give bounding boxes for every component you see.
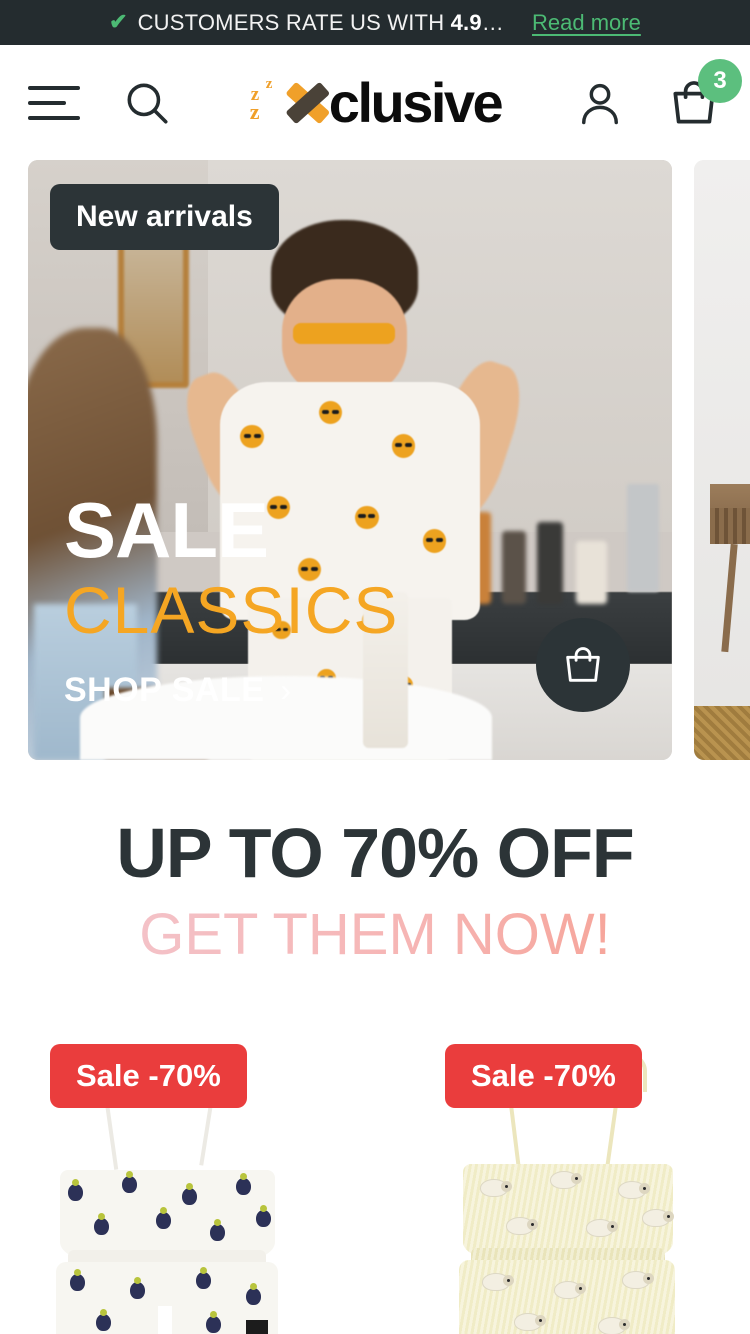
hero-subtitle: CLASSICS <box>64 573 399 648</box>
announcement-bar: ✔ CUSTOMERS RATE US WITH 4.9… Read more <box>0 0 750 45</box>
hamburger-line-1 <box>28 85 80 90</box>
hero-slides-track: New arrivals SALE CLASSICS SHOP SALE › <box>28 160 750 760</box>
hero-cta-label: SHOP SALE <box>64 671 265 709</box>
header-left-actions <box>0 78 172 128</box>
announcement-text: CUSTOMERS RATE US WITH 4.9… <box>138 10 504 36</box>
hero-quick-add-button[interactable] <box>536 618 630 712</box>
logo-z-small: z <box>265 75 273 92</box>
sale-badge: Sale -70% <box>50 1043 247 1108</box>
site-header: z z z clusive 3 <box>0 45 750 160</box>
read-more-link[interactable]: Read more <box>532 10 641 36</box>
logo-z-large: z <box>249 98 260 124</box>
logo-sleep-marks: z z z <box>249 75 285 127</box>
promo-subheadline: GET THEM NOW! <box>0 900 750 970</box>
check-icon: ✔ <box>109 8 128 34</box>
promo-headline: UP TO 70% OFF <box>116 814 634 892</box>
hero-shop-sale-link[interactable]: SHOP SALE › <box>64 671 398 710</box>
hero-title: SALE <box>64 486 269 575</box>
cart-button[interactable]: 3 <box>666 58 742 131</box>
announcement-text-suffix: … <box>481 9 504 35</box>
shopping-bag-icon <box>566 647 600 682</box>
hero-slide-new-arrivals[interactable]: New arrivals SALE CLASSICS SHOP SALE › <box>28 160 672 760</box>
hamburger-line-3 <box>28 115 80 120</box>
hero-carousel[interactable]: New arrivals SALE CLASSICS SHOP SALE › <box>0 160 750 760</box>
chevron-right-icon: › <box>280 672 292 708</box>
account-person-icon[interactable] <box>574 77 626 129</box>
hamburger-menu-icon[interactable] <box>28 85 80 120</box>
logo-wordmark: clusive <box>328 70 504 134</box>
site-logo[interactable]: z z z clusive <box>249 70 504 134</box>
promo-banner: UP TO 70% OFF GET THEM NOW! <box>0 760 750 970</box>
header-right-actions: 3 <box>574 58 742 131</box>
logo-x-letter <box>285 76 331 130</box>
hero-slide-next[interactable] <box>694 160 750 760</box>
announcement-rating: 4.9 <box>450 9 482 35</box>
cart-count-badge: 3 <box>698 58 742 103</box>
hero-new-arrivals-badge: New arrivals <box>50 184 279 250</box>
hero-copy: SALE CLASSICS SHOP SALE › <box>64 491 398 710</box>
hero-slide-image <box>694 160 750 760</box>
hamburger-line-2 <box>28 100 66 105</box>
sale-badge: Sale -70% <box>445 1043 642 1108</box>
product-card[interactable]: Sale -70% <box>445 1043 700 1334</box>
product-card[interactable]: Sale -70% <box>50 1043 305 1334</box>
search-icon[interactable] <box>122 78 172 128</box>
announcement-text-prefix: CUSTOMERS RATE US WITH <box>137 9 451 35</box>
product-grid: Sale -70% Sale -70% <box>0 1043 750 1334</box>
